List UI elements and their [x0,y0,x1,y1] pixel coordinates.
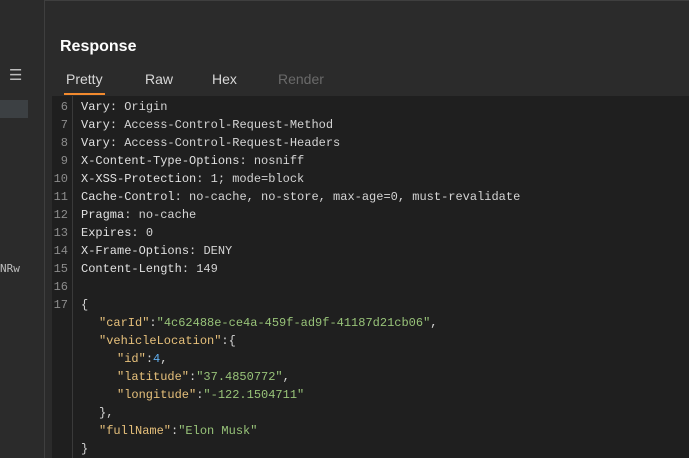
json-object-close: }, [99,406,114,420]
json-key: "fullName" [99,424,172,438]
json-line-id: "id":4, [117,352,168,366]
header-value: Origin [124,100,168,114]
code-line: Content-Length: 149 [81,262,218,276]
json-string-value: "37.4850772" [196,370,283,384]
tab-render[interactable]: Render [278,66,324,93]
header-name: Vary [81,100,110,114]
header-name: Vary [81,118,110,132]
view-tabs: Pretty Raw Hex Render [52,66,689,96]
tab-pretty[interactable]: Pretty [64,66,105,95]
header-name: Pragma [81,208,125,222]
line-number: 13 [53,226,68,240]
code-line: Cache-Control: no-cache, no-store, max-a… [81,190,521,204]
hamburger-menu-icon[interactable]: ☰ [9,66,22,84]
json-key: "longitude" [117,388,197,402]
tab-raw[interactable]: Raw [145,66,173,93]
panel-divider[interactable] [44,0,45,458]
json-open-brace: { [81,298,89,312]
header-name: Expires [81,226,132,240]
panel-title: Response [60,38,137,55]
line-number: 11 [53,190,68,204]
header-value: nosniff [253,154,305,168]
json-line-longitude: "longitude":"-122.1504711" [117,388,305,402]
json-line-fullname: "fullName":"Elon Musk" [99,424,258,438]
json-line-carid: "carId":"4c62488e-ce4a-459f-ad9f-41187d2… [99,316,438,330]
json-key: "carId" [99,316,150,330]
json-object-open: { [228,334,236,348]
line-number: 6 [60,100,68,114]
code-line: Vary: Access-Control-Request-Method [81,118,334,132]
gutter-divider [72,96,73,458]
json-string-value: "4c62488e-ce4a-459f-ad9f-41187d21cb06" [156,316,431,330]
selected-list-item[interactable] [0,100,28,118]
json-string-value: "-122.1504711" [203,388,305,402]
code-line: Pragma: no-cache [81,208,197,222]
line-number: 16 [53,280,68,294]
json-key: "id" [117,352,146,366]
top-border [45,0,689,1]
header-value: no-cache, no-store, max-age=0, must-reva… [189,190,521,204]
line-number: 7 [60,118,68,132]
header-name: X-XSS-Protection [81,172,197,186]
response-editor[interactable]: 6 Vary: Origin 7 Vary: Access-Control-Re… [52,96,689,458]
header-name: Vary [81,136,110,150]
json-line-vehiclelocation: "vehicleLocation":{ [99,334,236,348]
header-value: 1; mode=block [210,172,305,186]
left-panel: ☰ NRw [0,0,44,458]
code-line: Vary: Access-Control-Request-Headers [81,136,341,150]
header-name: X-Content-Type-Options [81,154,240,168]
header-value: 149 [196,262,218,276]
json-close-brace: } [81,442,89,456]
line-number: 17 [53,298,68,312]
header-name: X-Frame-Options [81,244,190,258]
json-key: "vehicleLocation" [99,334,222,348]
line-number: 12 [53,208,68,222]
tab-hex[interactable]: Hex [212,66,237,93]
header-value: Access-Control-Request-Headers [124,136,341,150]
header-name: Content-Length [81,262,182,276]
line-number: 9 [60,154,68,168]
line-number: 15 [53,262,68,276]
header-value: no-cache [138,208,197,222]
code-line: X-XSS-Protection: 1; mode=block [81,172,305,186]
json-key: "latitude" [117,370,190,384]
left-panel-text-fragment: NRw [0,262,20,275]
line-number: 10 [53,172,68,186]
header-name: Cache-Control [81,190,175,204]
json-string-value: "Elon Musk" [178,424,258,438]
code-line: Vary: Origin [81,100,168,114]
header-value: Access-Control-Request-Method [124,118,334,132]
code-line: Expires: 0 [81,226,154,240]
json-line-latitude: "latitude":"37.4850772", [117,370,290,384]
line-number: 14 [53,244,68,258]
header-value: DENY [203,244,233,258]
header-value: 0 [145,226,154,240]
code-line: X-Content-Type-Options: nosniff [81,154,305,168]
code-line: X-Frame-Options: DENY [81,244,233,258]
line-number: 8 [60,136,68,150]
